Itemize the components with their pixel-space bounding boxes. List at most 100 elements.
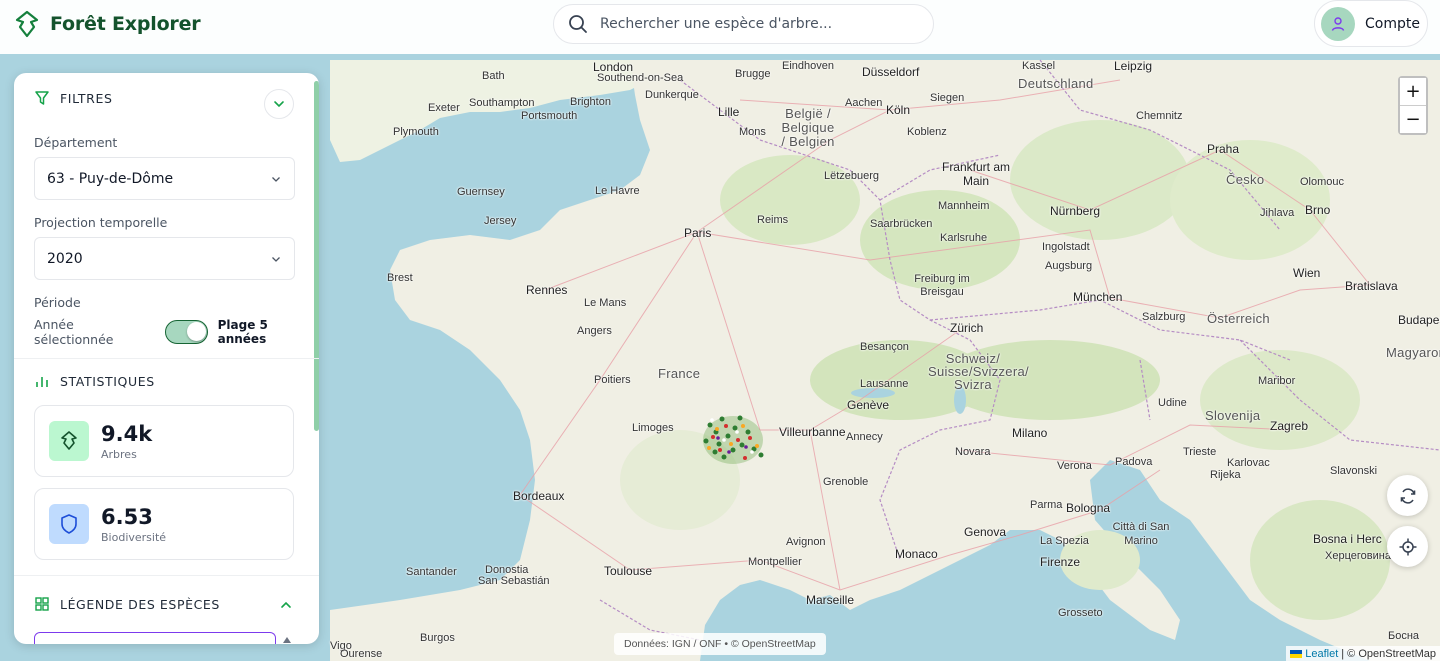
filters-title: FILTRES — [60, 90, 113, 106]
city-label: Düsseldorf — [862, 65, 920, 79]
city-label: Verona — [1057, 460, 1092, 472]
city-label: Le Mans — [584, 297, 627, 309]
city-label: Zagreb — [1270, 419, 1309, 433]
search-input[interactable] — [600, 16, 900, 32]
city-label: Brighton — [570, 96, 611, 108]
data-attribution: Données: IGN / ONF • © OpenStreetMap — [614, 633, 826, 655]
collapse-filters-button[interactable] — [264, 89, 294, 119]
city-label: Rijeka — [1210, 469, 1241, 481]
city-label: Trieste — [1183, 446, 1217, 458]
search-icon — [569, 15, 587, 33]
legend-species-item[interactable] — [34, 632, 276, 644]
biodiversity-stat-label: Biodiversité — [101, 530, 167, 544]
city-label: Koblenz — [907, 126, 947, 138]
crosshair-icon — [1399, 538, 1416, 555]
city-label: Udine — [1158, 397, 1187, 409]
period-toggle[interactable] — [165, 320, 208, 344]
zoom-control: + − — [1398, 76, 1428, 135]
city-label: Le Havre — [595, 185, 640, 197]
country-label: Česko — [1226, 172, 1265, 187]
city-label: Leipzig — [1114, 59, 1153, 73]
avatar — [1321, 6, 1355, 41]
app-title: Forêt Explorer — [50, 13, 201, 35]
city-label: Siegen — [930, 92, 965, 104]
city-label: Grenoble — [823, 476, 869, 488]
city-label: Budapest — [1398, 313, 1440, 327]
search-bar[interactable] — [553, 4, 934, 44]
city-label: Genève — [847, 398, 890, 412]
city-label: Chemnitz — [1136, 110, 1183, 122]
locate-button[interactable] — [1387, 526, 1428, 567]
country-label: Österreich — [1207, 311, 1270, 326]
filter-icon — [35, 91, 49, 105]
city-label: Monaco — [895, 547, 938, 561]
city-label: Jihlava — [1260, 207, 1295, 219]
city-label: Karlovac — [1227, 457, 1270, 469]
trees-stat-value: 9.4k — [101, 421, 153, 446]
stats-header: STATISTIQUES — [34, 373, 155, 389]
grid-icon — [35, 597, 49, 611]
chevron-up-icon[interactable] — [280, 599, 292, 611]
app-header: Forêt Explorer Compte — [0, 0, 1440, 54]
chevron-down-icon — [272, 176, 280, 182]
refresh-button[interactable] — [1387, 475, 1428, 516]
country-label: France — [658, 366, 701, 381]
city-label: Grosseto — [1058, 607, 1103, 619]
city-label: Olomouc — [1300, 176, 1345, 188]
city-label: Karlsruhe — [940, 232, 988, 244]
trees-stat-icon-box — [49, 421, 89, 461]
city-label: Zürich — [950, 321, 984, 335]
city-label: Bologna — [1066, 501, 1111, 515]
city-label: Genova — [964, 525, 1007, 539]
city-label: Ourense — [340, 648, 383, 660]
city-label: Padova — [1115, 456, 1153, 468]
projection-select[interactable]: 2020 — [34, 237, 295, 280]
city-label: Augsburg — [1045, 260, 1093, 272]
scroll-up-arrow-icon[interactable] — [282, 636, 292, 644]
city-label: Poitiers — [594, 374, 631, 386]
tree-icon — [61, 431, 77, 450]
city-label: Avignon — [786, 536, 826, 548]
city-label: Maribor — [1258, 375, 1296, 387]
panel-scrollbar[interactable] — [314, 81, 319, 431]
app-logo[interactable]: Forêt Explorer — [14, 10, 201, 38]
filters-panel: FILTRES Département 63 - Puy-de-Dôme Pro… — [14, 73, 319, 644]
chevron-down-icon — [272, 256, 280, 262]
city-label: Ingolstadt — [1042, 241, 1090, 253]
city-label: Dunkerque — [645, 89, 699, 101]
department-value: 63 - Puy-de-Dôme — [47, 170, 174, 187]
city-label: Aachen — [845, 97, 883, 109]
zoom-in-button[interactable]: + — [1400, 78, 1426, 106]
legend-header[interactable]: LÉGENDE DES ESPÈCES — [34, 596, 220, 612]
city-label: Bosna i Herc — [1313, 532, 1382, 546]
city-label: Firenze — [1040, 555, 1081, 569]
city-label: Saarbrücken — [870, 218, 933, 230]
period-option-right[interactable]: Plage 5 années — [218, 318, 319, 346]
city-label: Paris — [684, 226, 712, 240]
section-divider — [14, 575, 319, 576]
city-label: Salzburg — [1142, 311, 1186, 323]
period-label: Période — [34, 295, 81, 310]
leaflet-link[interactable]: Leaflet — [1305, 648, 1338, 660]
city-label: Limoges — [632, 422, 674, 434]
trees-stat-card: 9.4k Arbres — [34, 405, 294, 477]
toggle-knob — [186, 322, 206, 341]
city-label: Bratislava — [1345, 279, 1398, 293]
city-label: Praha — [1207, 142, 1240, 156]
city-label: Wien — [1293, 266, 1321, 280]
city-label: Marseille — [806, 593, 855, 607]
bar-chart-icon — [36, 377, 48, 387]
period-option-left[interactable]: Année sélectionnée — [34, 317, 155, 347]
city-label: Bordeaux — [513, 489, 565, 503]
department-select[interactable]: 63 - Puy-de-Dôme — [34, 157, 295, 200]
account-button[interactable]: Compte — [1314, 0, 1428, 47]
country-label: Slovenija — [1205, 408, 1261, 423]
section-divider — [14, 358, 319, 359]
city-label: Besançon — [860, 341, 909, 353]
city-label: Mannheim — [938, 200, 990, 212]
user-icon — [1331, 16, 1345, 31]
city-label: München — [1073, 290, 1123, 304]
legend-title: LÉGENDE DES ESPÈCES — [60, 596, 220, 612]
period-toggle-row: Année sélectionnée Plage 5 années — [34, 317, 319, 347]
zoom-out-button[interactable]: − — [1400, 106, 1426, 133]
